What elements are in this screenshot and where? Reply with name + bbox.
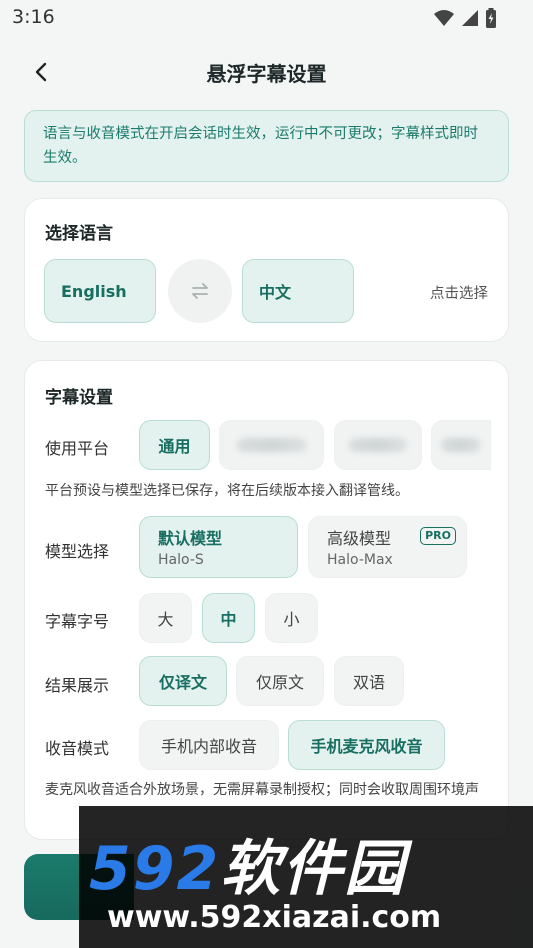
font-size-label: 字幕字号 — [45, 612, 110, 631]
status-time: 3:16 — [12, 6, 55, 28]
info-notice: 语言与收音模式在开启会话时生效，运行中不可更改；字幕样式即时生效。 — [24, 110, 509, 182]
subtitle-card-title: 字幕设置 — [45, 388, 113, 408]
watermark-name: 软件园 — [220, 834, 407, 904]
tap-to-select-hint[interactable]: 点击选择 — [430, 282, 488, 303]
model-code: Halo-Max — [327, 552, 393, 568]
wifi-icon — [434, 10, 454, 26]
target-language-button[interactable]: 中文 — [242, 259, 354, 323]
capture-chip-internal[interactable]: 手机内部收音 — [139, 720, 279, 770]
platform-label: 使用平台 — [45, 439, 110, 458]
source-language-button[interactable]: English — [44, 259, 156, 323]
platform-chip-blurred-1[interactable] — [219, 420, 324, 470]
platform-helper-text: 平台预设与模型选择已保存，将在后续版本接入翻译管线。 — [45, 483, 409, 499]
status-bar: 3:16 — [0, 0, 533, 36]
watermark-url: www.592xiazai.com — [107, 900, 442, 935]
result-chip-bilingual[interactable]: 双语 — [334, 656, 404, 706]
watermark-overlay: 592软件园 www.592xiazai.com — [79, 806, 533, 948]
model-label: 模型选择 — [45, 542, 110, 561]
font-size-chip-medium[interactable]: 中 — [202, 593, 255, 643]
watermark-logo: 592软件园 — [89, 820, 406, 907]
subtitle-settings-card: 字幕设置 使用平台 通用 平台预设与模型选择已保存，将在后续版本接入翻译管线。 … — [24, 360, 509, 840]
capture-label: 收音模式 — [45, 739, 110, 758]
result-chip-original-only[interactable]: 仅原文 — [236, 656, 324, 706]
battery-icon — [486, 8, 496, 28]
platform-chip-blurred-3[interactable] — [431, 420, 491, 470]
watermark-number: 592 — [89, 834, 221, 904]
signal-icon — [462, 10, 478, 26]
result-label: 结果展示 — [45, 676, 110, 695]
pro-badge: PRO — [420, 527, 456, 545]
platform-chip-general[interactable]: 通用 — [139, 420, 210, 470]
model-code: Halo-S — [158, 552, 204, 568]
page-title: 悬浮字幕设置 — [206, 62, 327, 86]
capture-chip-microphone[interactable]: 手机麦克风收音 — [288, 720, 445, 770]
swap-icon — [192, 283, 208, 299]
model-name: 默认模型 — [158, 529, 223, 548]
platform-chip-blurred-2[interactable] — [334, 420, 422, 470]
result-chip-translation-only[interactable]: 仅译文 — [139, 656, 227, 706]
font-size-chip-large[interactable]: 大 — [139, 593, 192, 643]
language-card: 选择语言 English 中文 点击选择 — [24, 198, 509, 342]
status-icons — [433, 8, 497, 28]
swap-language-button[interactable] — [168, 259, 232, 323]
capture-helper-text: 麦克风收音适合外放场景，无需屏幕录制授权；同时会收取周围环境声 — [45, 782, 479, 798]
font-size-chip-small[interactable]: 小 — [265, 593, 318, 643]
model-chip-default[interactable]: 默认模型 Halo-S — [139, 516, 298, 578]
language-card-title: 选择语言 — [45, 224, 113, 244]
app-bar: 悬浮字幕设置 — [0, 46, 533, 98]
model-chip-advanced[interactable]: 高级模型 Halo-Max PRO — [308, 516, 467, 578]
